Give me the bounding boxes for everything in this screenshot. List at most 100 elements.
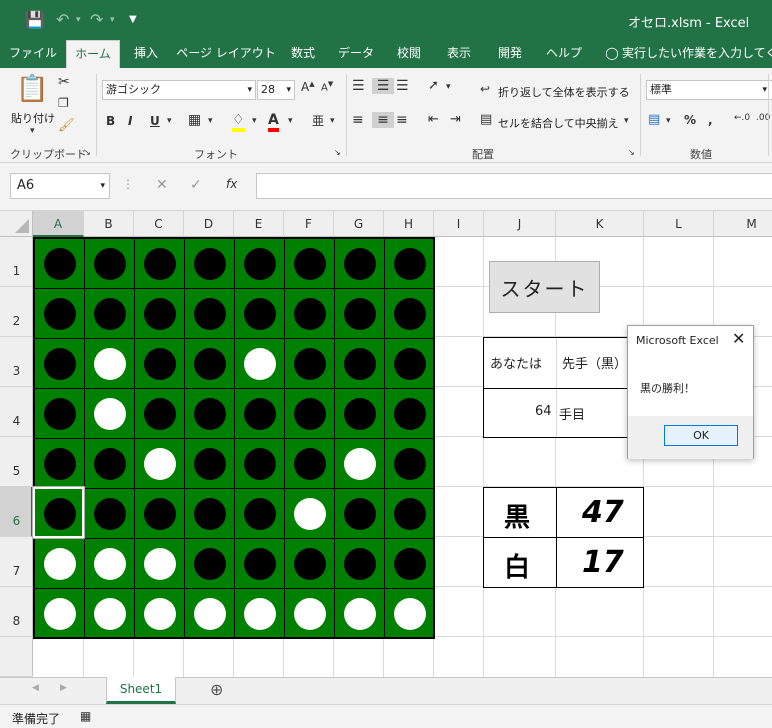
board-cell-c5[interactable] — [135, 439, 185, 489]
redo-icon[interactable]: ↷ — [90, 10, 103, 29]
number-format-select[interactable]: 標準 ▾ — [646, 80, 772, 100]
board-cell-f6[interactable] — [285, 489, 335, 539]
column-header-l[interactable]: L — [644, 211, 714, 237]
wrap-text-icon[interactable]: ↩ — [480, 82, 490, 96]
board-cell-c1[interactable] — [135, 239, 185, 289]
board-cell-d8[interactable] — [185, 589, 235, 639]
board-cell-d3[interactable] — [185, 339, 235, 389]
sheet-tab-sheet1[interactable]: Sheet1 — [106, 677, 176, 704]
align-top-icon[interactable]: ☰ — [352, 78, 365, 94]
board-cell-h2[interactable] — [385, 289, 435, 339]
phonetic-icon[interactable]: 亜 — [312, 112, 324, 129]
alignment-launcher-icon[interactable]: ↘ — [628, 148, 635, 157]
start-button[interactable]: スタート — [489, 261, 600, 313]
copy-icon[interactable]: ❐ — [58, 96, 69, 110]
formula-input[interactable] — [256, 173, 772, 199]
row-header-4[interactable]: 4 — [0, 387, 33, 437]
board-cell-a2[interactable] — [35, 289, 85, 339]
undo-icon[interactable]: ↶ — [56, 10, 69, 29]
increase-decimal-icon[interactable]: ←.0 — [734, 113, 750, 123]
font-color-icon[interactable]: A — [268, 112, 279, 132]
board-cell-e4[interactable] — [235, 389, 285, 439]
board-cell-b7[interactable] — [85, 539, 135, 589]
merge-center-button[interactable]: セルを結合して中央揃え — [498, 115, 619, 131]
board-cell-g5[interactable] — [335, 439, 385, 489]
board-cell-d6[interactable] — [185, 489, 235, 539]
board-cell-e2[interactable] — [235, 289, 285, 339]
board-cell-g3[interactable] — [335, 339, 385, 389]
board-cell-b2[interactable] — [85, 289, 135, 339]
orientation-dropdown-icon[interactable]: ▾ — [446, 82, 451, 92]
tab-page-layout[interactable]: ページ レイアウト — [176, 40, 276, 68]
font-launcher-icon[interactable]: ↘ — [334, 148, 341, 157]
column-header-g[interactable]: G — [334, 211, 384, 237]
phonetic-dropdown-icon[interactable]: ▾ — [330, 116, 335, 126]
ok-button[interactable]: OK — [664, 425, 738, 446]
borders-dropdown-icon[interactable]: ▾ — [208, 116, 213, 126]
increase-indent-icon[interactable]: ⇥ — [450, 112, 461, 127]
board-cell-b8[interactable] — [85, 589, 135, 639]
board-cell-f4[interactable] — [285, 389, 335, 439]
customize-toolbar-icon[interactable]: ▼ — [129, 14, 137, 25]
font-color-dropdown-icon[interactable]: ▾ — [288, 116, 293, 126]
increase-font-icon[interactable]: A▲ — [301, 80, 315, 94]
tell-me-search[interactable]: 実行したい作業を入力してください — [622, 40, 772, 68]
font-size-select[interactable]: 28 ▾ — [257, 80, 295, 100]
undo-dropdown-icon[interactable]: ▾ — [76, 15, 81, 25]
board-cell-a5[interactable] — [35, 439, 85, 489]
row-header-2[interactable]: 2 — [0, 287, 33, 337]
column-header-m[interactable]: M — [714, 211, 772, 237]
board-cell-c3[interactable] — [135, 339, 185, 389]
board-cell-c8[interactable] — [135, 589, 185, 639]
accounting-dropdown-icon[interactable]: ▾ — [666, 116, 671, 126]
align-right-icon[interactable]: ≡ — [396, 112, 408, 128]
paste-dropdown-icon[interactable]: ▾ — [30, 126, 35, 136]
redo-dropdown-icon[interactable]: ▾ — [110, 15, 115, 25]
board-cell-b3[interactable] — [85, 339, 135, 389]
board-cell-g1[interactable] — [335, 239, 385, 289]
align-center-icon[interactable]: ≡ — [372, 112, 394, 128]
clipboard-icon[interactable]: 📋 — [16, 74, 48, 108]
row-header-7[interactable]: 7 — [0, 537, 33, 587]
column-header-f[interactable]: F — [284, 211, 334, 237]
row-header-1[interactable]: 1 — [0, 237, 33, 287]
board-cell-f8[interactable] — [285, 589, 335, 639]
board-cell-d7[interactable] — [185, 539, 235, 589]
fill-color-icon[interactable]: ♢ — [232, 112, 245, 132]
tab-review[interactable]: 校閲 — [388, 40, 430, 68]
board-cell-c2[interactable] — [135, 289, 185, 339]
board-cell-a3[interactable] — [35, 339, 85, 389]
board-cell-a1[interactable] — [35, 239, 85, 289]
board-cell-g2[interactable] — [335, 289, 385, 339]
row-header-5[interactable]: 5 — [0, 437, 33, 487]
font-name-select[interactable]: 游ゴシック ▾ — [102, 80, 256, 100]
align-left-icon[interactable]: ≡ — [352, 112, 364, 128]
column-header-c[interactable]: C — [134, 211, 184, 237]
borders-icon[interactable]: ▦ — [188, 112, 201, 128]
board-cell-f7[interactable] — [285, 539, 335, 589]
tab-help[interactable]: ヘルプ — [540, 40, 588, 68]
active-cell-a6[interactable] — [32, 486, 85, 539]
clipboard-launcher-icon[interactable]: ↘ — [84, 148, 91, 157]
board-cell-e7[interactable] — [235, 539, 285, 589]
row-header-6[interactable]: 6 — [0, 487, 33, 537]
board-cell-d1[interactable] — [185, 239, 235, 289]
underline-dropdown-icon[interactable]: ▾ — [167, 116, 172, 126]
cancel-icon[interactable]: ✕ — [156, 177, 168, 193]
underline-icon[interactable]: U — [150, 114, 160, 128]
column-header-d[interactable]: D — [184, 211, 234, 237]
cut-icon[interactable]: ✂ — [58, 74, 70, 90]
board-cell-b5[interactable] — [85, 439, 135, 489]
board-cell-e8[interactable] — [235, 589, 285, 639]
select-all-corner[interactable] — [0, 211, 33, 237]
add-sheet-icon[interactable]: ⊕ — [210, 680, 223, 699]
board-cell-c7[interactable] — [135, 539, 185, 589]
board-cell-d4[interactable] — [185, 389, 235, 439]
board-cell-h6[interactable] — [385, 489, 435, 539]
board-cell-h7[interactable] — [385, 539, 435, 589]
save-icon[interactable]: 💾 — [25, 10, 45, 29]
tab-formulas[interactable]: 数式 — [282, 40, 324, 68]
tab-insert[interactable]: 挿入 — [124, 40, 168, 68]
row-header-8[interactable]: 8 — [0, 587, 33, 637]
board-cell-e6[interactable] — [235, 489, 285, 539]
